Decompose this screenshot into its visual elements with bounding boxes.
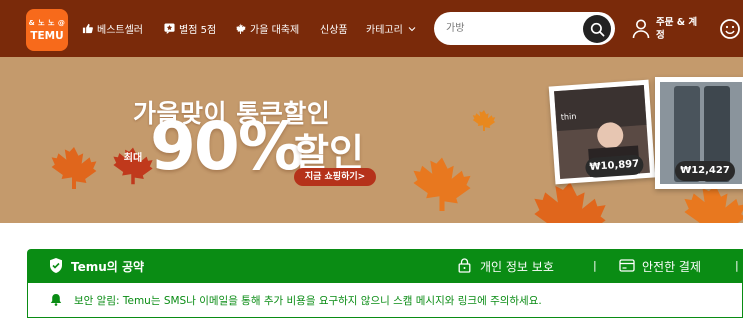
card-icon bbox=[619, 259, 635, 272]
promise-separator: | bbox=[735, 259, 739, 272]
search-button[interactable] bbox=[583, 15, 611, 43]
secure-payment-link[interactable]: 안전한 결제 bbox=[642, 258, 701, 275]
product-photo-padded-pants[interactable]: ₩12,427 bbox=[655, 77, 743, 189]
nav-category-label: 카테고리 bbox=[366, 25, 403, 36]
nav-five-star[interactable]: 별점 5점 bbox=[164, 0, 216, 57]
lock-icon bbox=[458, 258, 471, 273]
search-input[interactable] bbox=[446, 20, 566, 36]
nav-five-star-label: 별점 5점 bbox=[179, 25, 217, 36]
privacy-protection-link[interactable]: 개인 정보 보호 bbox=[480, 258, 554, 275]
logo-text: TEMU bbox=[30, 30, 64, 42]
maple-leaf-decoration bbox=[413, 157, 471, 211]
maple-leaf-decoration bbox=[472, 110, 496, 131]
security-alert-bar[interactable]: 보안 알림: Temu는 SMS나 이메일을 통해 추가 비용을 요구하지 않으… bbox=[27, 283, 743, 318]
shield-check-icon bbox=[50, 258, 62, 273]
nav-fall-festival-label: 가을 대축제 bbox=[250, 25, 300, 36]
price-tag-1: ₩10,897 bbox=[584, 154, 645, 179]
search-icon bbox=[590, 22, 604, 36]
maple-leaf-icon bbox=[236, 23, 246, 34]
promise-title: Temu의 공약 bbox=[71, 260, 145, 274]
discount-percent: 90% bbox=[150, 108, 304, 185]
user-icon bbox=[632, 19, 650, 39]
nav-category[interactable]: 카테고리 bbox=[366, 0, 420, 57]
price-tag-2: ₩12,427 bbox=[675, 161, 735, 181]
star-review-icon bbox=[164, 23, 175, 34]
max-label: 최대 bbox=[123, 153, 143, 164]
account-orders-button[interactable]: 주문 & 계정 bbox=[632, 13, 712, 45]
fall-sale-banner[interactable]: 가을맞이 통큰할인 최대 90% 할인 지금 쇼핑하기> thin ₩10,89… bbox=[0, 57, 743, 223]
temu-promise-bar[interactable]: Temu의 공약 개인 정보 보호 | 안전한 결제 | bbox=[27, 249, 743, 283]
nav-new-arrivals-label: 신상품 bbox=[320, 25, 348, 36]
nav-new-arrivals[interactable]: 신상품 bbox=[320, 0, 348, 57]
nav-fall-festival[interactable]: 가을 대축제 bbox=[235, 0, 299, 57]
nav-bestseller-label: 베스트셀러 bbox=[97, 25, 143, 36]
security-alert-text: 보안 알림: Temu는 SMS나 이메일을 통해 추가 비용을 요구하지 않으… bbox=[74, 295, 542, 307]
temu-logo[interactable]: & 노 노 @ TEMU bbox=[26, 9, 68, 51]
maple-leaf-decoration bbox=[51, 147, 97, 189]
promise-separator: | bbox=[593, 259, 597, 272]
maple-leaf-decoration bbox=[534, 182, 606, 223]
thumbs-up-icon bbox=[82, 23, 93, 34]
chevron-down-icon bbox=[408, 26, 416, 31]
search-box[interactable] bbox=[434, 12, 615, 45]
shop-now-button[interactable]: 지금 쇼핑하기> bbox=[294, 168, 376, 186]
top-navigation-bar: & 노 노 @ TEMU 베스트셀러 별점 5점 가을 대축제 신상품 카테고리… bbox=[0, 0, 743, 57]
bell-icon bbox=[50, 294, 62, 306]
account-label: 주문 & 계정 bbox=[656, 17, 698, 41]
photo-tag: thin bbox=[560, 111, 577, 122]
maple-leaf-badge-icon bbox=[113, 147, 153, 185]
nav-bestseller[interactable]: 베스트셀러 bbox=[82, 0, 143, 57]
support-smile-icon[interactable] bbox=[719, 18, 741, 40]
product-photo-pants[interactable]: thin ₩10,897 bbox=[548, 79, 656, 185]
logo-glyphs: & 노 노 @ bbox=[28, 19, 66, 27]
